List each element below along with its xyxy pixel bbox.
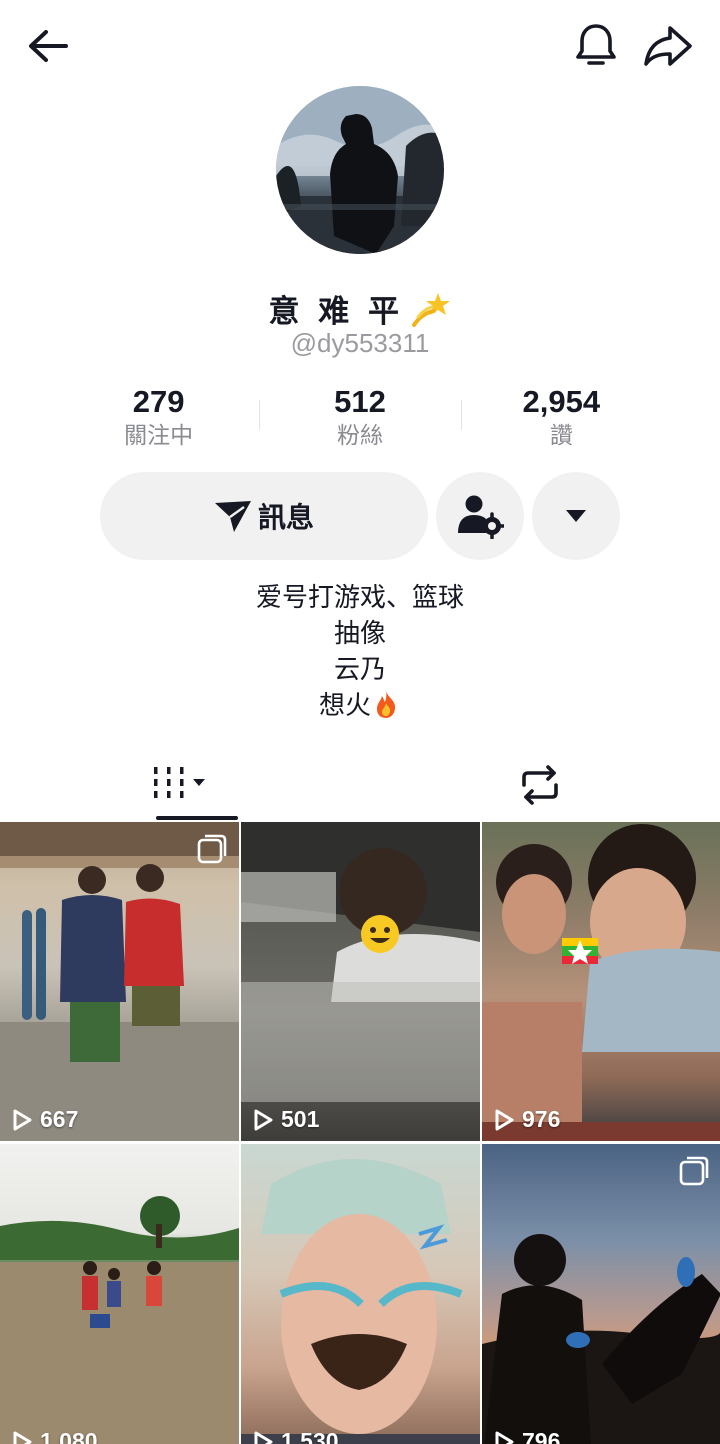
view-count-value: 501 — [281, 1106, 320, 1132]
view-count: 501 — [253, 1106, 319, 1133]
top-bar — [0, 0, 720, 92]
stat-followers-label: 粉絲 — [336, 423, 383, 449]
video-thumbnail-image — [241, 822, 480, 1102]
play-icon — [13, 1109, 32, 1130]
profile-name: 意 难 平 — [268, 294, 404, 330]
video-thumbnail-image — [241, 1159, 480, 1444]
play-icon — [254, 1431, 273, 1444]
more-options-button[interactable] — [532, 472, 620, 560]
profile-stats: 279 關注中 512 粉絲 2,954 讚 — [58, 382, 662, 454]
video-thumbnail-image — [0, 1196, 239, 1444]
tab-reposts[interactable] — [360, 748, 720, 822]
bio-line-2: 抽像 — [333, 619, 386, 649]
multi-photo-icon — [679, 1156, 709, 1186]
view-count-value: 667 — [40, 1106, 79, 1132]
profile-bio: 爱号打游戏、篮球 抽像 云乃 想火 — [0, 580, 720, 724]
share-arrow-icon[interactable] — [642, 22, 694, 70]
video-thumbnail[interactable]: 501 — [241, 822, 480, 1141]
message-button-label: 訊息 — [257, 501, 314, 534]
follow-settings-button[interactable] — [436, 472, 524, 560]
back-arrow-icon[interactable] — [24, 24, 72, 72]
bell-icon[interactable] — [572, 20, 620, 72]
stat-likes-label: 讚 — [549, 423, 573, 449]
stat-likes-count: 2,954 — [522, 384, 601, 419]
view-count-value: 976 — [522, 1106, 561, 1132]
fire-emoji-icon — [377, 691, 396, 718]
profile-handle: @dy553311 — [290, 328, 430, 358]
view-count-value: 1,080 — [40, 1428, 98, 1444]
multi-photo-icon — [197, 834, 227, 864]
bio-line-3: 云乃 — [333, 655, 386, 685]
video-grid-icon — [154, 767, 205, 798]
video-thumbnail[interactable]: 976 — [482, 822, 720, 1141]
video-thumbnail-image — [482, 1234, 720, 1444]
play-icon — [13, 1431, 32, 1444]
view-count: 667 — [12, 1106, 78, 1133]
video-thumbnail[interactable]: 1,080 — [0, 1144, 239, 1444]
profile-avatar[interactable] — [276, 86, 444, 254]
view-count: 1,080 — [12, 1428, 98, 1444]
view-count: 976 — [494, 1106, 560, 1133]
dizzy-star-emoji-icon — [411, 292, 450, 327]
video-thumbnail-image — [482, 824, 720, 1141]
stat-likes[interactable]: 2,954 讚 — [460, 382, 662, 454]
send-icon — [214, 501, 251, 532]
caret-down-icon — [566, 510, 586, 522]
stat-followers[interactable]: 512 粉絲 — [259, 382, 460, 454]
play-icon — [495, 1109, 514, 1130]
stat-following[interactable]: 279 關注中 — [58, 382, 259, 454]
view-count-value: 1,530 — [281, 1428, 339, 1444]
video-thumbnail[interactable]: 796 — [482, 1144, 720, 1444]
message-button[interactable]: 訊息 — [100, 472, 428, 560]
video-thumbnail[interactable]: 667 — [0, 822, 239, 1141]
profile-name-row: 意 难 平 — [0, 286, 720, 330]
tab-videos[interactable] — [0, 748, 360, 822]
video-thumbnail[interactable]: 1,530 — [241, 1144, 480, 1444]
play-icon — [495, 1431, 514, 1444]
view-count: 1,530 — [253, 1428, 339, 1444]
play-icon — [254, 1109, 273, 1130]
bio-line-1: 爱号打游戏、篮球 — [255, 583, 464, 613]
video-thumbnail-image — [0, 822, 239, 1141]
view-count: 796 — [494, 1428, 560, 1444]
view-count-value: 796 — [522, 1428, 561, 1444]
active-tab-indicator — [156, 816, 238, 820]
stat-followers-count: 512 — [334, 384, 386, 419]
repost-icon — [522, 765, 558, 805]
user-gear-icon — [458, 495, 504, 539]
bio-line-4: 想火 — [318, 691, 371, 721]
stat-following-count: 279 — [132, 384, 185, 419]
bio-line-4-wrap: 想火 — [0, 688, 720, 724]
content-tabs — [0, 748, 720, 822]
stat-following-label: 關注中 — [124, 423, 194, 449]
avatar-image — [276, 86, 444, 254]
